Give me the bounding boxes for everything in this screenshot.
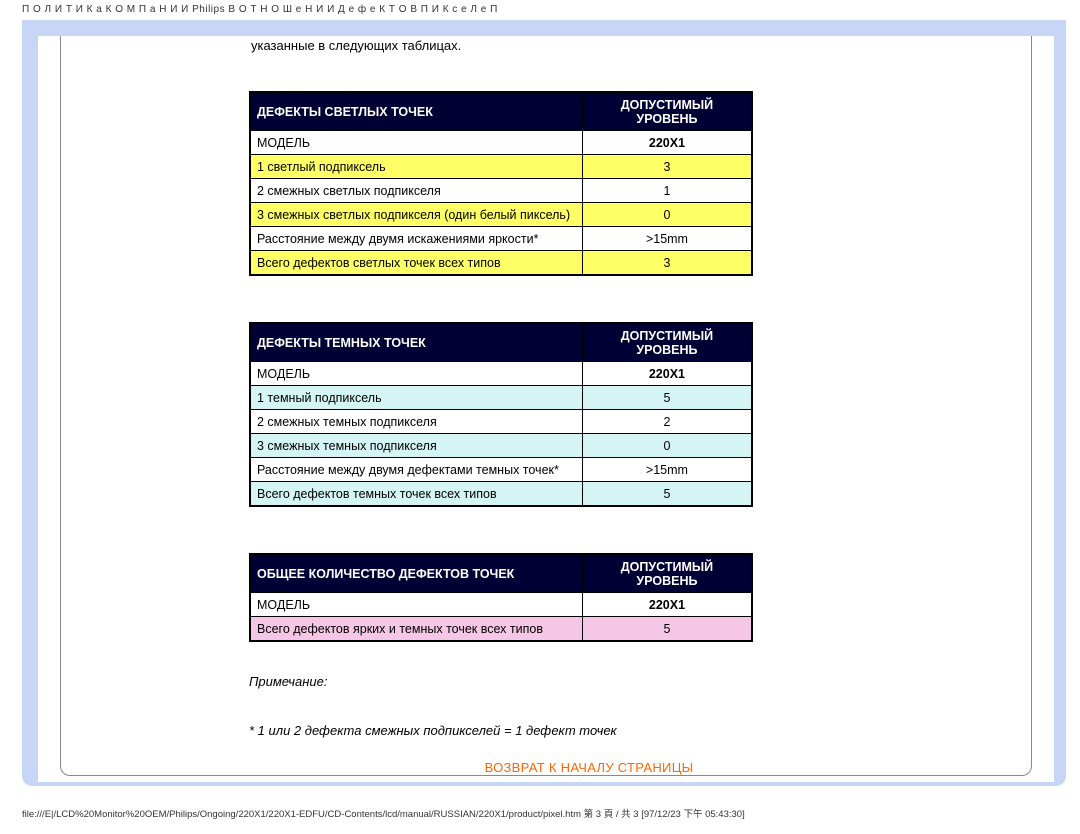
frame-inner: указанные в следующих таблицах. ДЕФЕКТЫ … xyxy=(60,36,1032,776)
cell-value: 1 xyxy=(582,179,752,203)
cell-value: 2 xyxy=(582,410,752,434)
total-header-right: ДОПУСТИМЫЙ УРОВЕНЬ xyxy=(582,554,752,593)
table-row: 1 темный подпиксель 5 xyxy=(250,386,752,410)
bright-header-right: ДОПУСТИМЫЙ УРОВЕНЬ xyxy=(582,92,752,131)
dark-defect-table: ДЕФЕКТЫ ТЕМНЫХ ТОЧЕК ДОПУСТИМЫЙ УРОВЕНЬ … xyxy=(249,322,753,507)
bright-header-left: ДЕФЕКТЫ СВЕТЛЫХ ТОЧЕК xyxy=(250,92,582,131)
table-row: Всего дефектов темных точек всех типов 5 xyxy=(250,482,752,507)
cell-label: Всего дефектов светлых точек всех типов xyxy=(250,251,582,276)
table-header-row: ДЕФЕКТЫ ТЕМНЫХ ТОЧЕК ДОПУСТИМЫЙ УРОВЕНЬ xyxy=(250,323,752,362)
cell-label: Расстояние между двумя дефектами темных … xyxy=(250,458,582,482)
cell-label: 2 смежных светлых подпикселя xyxy=(250,179,582,203)
table-row: Расстояние между двумя дефектами темных … xyxy=(250,458,752,482)
table-row: 3 смежных темных подпикселя 0 xyxy=(250,434,752,458)
cell-value: >15mm xyxy=(582,458,752,482)
total-header-left: ОБЩЕЕ КОЛИЧЕСТВО ДЕФЕКТОВ ТОЧЕК xyxy=(250,554,582,593)
cell-label: 2 смежных темных подпикселя xyxy=(250,410,582,434)
table-row: МОДЕЛЬ 220X1 xyxy=(250,593,752,617)
cell-value: 0 xyxy=(582,203,752,227)
note-label: Примечание: xyxy=(249,674,327,689)
table-row: МОДЕЛЬ 220X1 xyxy=(250,362,752,386)
cell-label: 3 смежных светлых подпикселя (один белый… xyxy=(250,203,582,227)
dark-header-left: ДЕФЕКТЫ ТЕМНЫХ ТОЧЕК xyxy=(250,323,582,362)
cell-value: 220X1 xyxy=(582,593,752,617)
cell-label: 3 смежных темных подпикселя xyxy=(250,434,582,458)
table-bright: ДЕФЕКТЫ СВЕТЛЫХ ТОЧЕК ДОПУСТИМЫЙ УРОВЕНЬ… xyxy=(249,91,929,276)
cell-label: Расстояние между двумя искажениями яркос… xyxy=(250,227,582,251)
cell-label: Всего дефектов ярких и темных точек всех… xyxy=(250,617,582,642)
cell-value: 3 xyxy=(582,155,752,179)
cell-value: 5 xyxy=(582,386,752,410)
cell-label: 1 светлый подпиксель xyxy=(250,155,582,179)
intro-text: указанные в следующих таблицах. xyxy=(249,38,929,57)
dark-header-right: ДОПУСТИМЫЙ УРОВЕНЬ xyxy=(582,323,752,362)
table-row: Всего дефектов светлых точек всех типов … xyxy=(250,251,752,276)
total-defect-table: ОБЩЕЕ КОЛИЧЕСТВО ДЕФЕКТОВ ТОЧЕК ДОПУСТИМ… xyxy=(249,553,753,642)
cell-label: 1 темный подпиксель xyxy=(250,386,582,410)
cell-value: >15mm xyxy=(582,227,752,251)
table-row: Расстояние между двумя искажениями яркос… xyxy=(250,227,752,251)
content-area: указанные в следующих таблицах. ДЕФЕКТЫ … xyxy=(249,36,929,775)
page-footer: file:///E|/LCD%20Monitor%20OEM/Philips/O… xyxy=(22,806,745,820)
cell-label: МОДЕЛЬ xyxy=(250,131,582,155)
note-text: * 1 или 2 дефекта смежных подпикселей = … xyxy=(249,723,617,738)
cell-label: МОДЕЛЬ xyxy=(250,593,582,617)
cell-value: 5 xyxy=(582,482,752,507)
frame-outer: указанные в следующих таблицах. ДЕФЕКТЫ … xyxy=(22,20,1066,786)
back-to-top: ВОЗВРАТ К НАЧАЛУ СТРАНИЦЫ xyxy=(249,760,929,775)
cell-value: 0 xyxy=(582,434,752,458)
cell-value: 220X1 xyxy=(582,362,752,386)
cell-label: Всего дефектов темных точек всех типов xyxy=(250,482,582,507)
table-row: 3 смежных светлых подпикселя (один белый… xyxy=(250,203,752,227)
table-total: ОБЩЕЕ КОЛИЧЕСТВО ДЕФЕКТОВ ТОЧЕК ДОПУСТИМ… xyxy=(249,553,929,642)
cell-value: 5 xyxy=(582,617,752,642)
table-row: 1 светлый подпиксель 3 xyxy=(250,155,752,179)
cell-label: МОДЕЛЬ xyxy=(250,362,582,386)
page-header: П О Л И Т И К а К О М П а Н И И Philips … xyxy=(0,0,1080,21)
table-row: 2 смежных темных подпикселя 2 xyxy=(250,410,752,434)
table-dark: ДЕФЕКТЫ ТЕМНЫХ ТОЧЕК ДОПУСТИМЫЙ УРОВЕНЬ … xyxy=(249,322,929,507)
table-header-row: ДЕФЕКТЫ СВЕТЛЫХ ТОЧЕК ДОПУСТИМЫЙ УРОВЕНЬ xyxy=(250,92,752,131)
footnote: Примечание: * 1 или 2 дефекта смежных по… xyxy=(249,670,929,744)
cell-value: 3 xyxy=(582,251,752,276)
bright-defect-table: ДЕФЕКТЫ СВЕТЛЫХ ТОЧЕК ДОПУСТИМЫЙ УРОВЕНЬ… xyxy=(249,91,753,276)
cell-value: 220X1 xyxy=(582,131,752,155)
table-row: Всего дефектов ярких и темных точек всех… xyxy=(250,617,752,642)
table-header-row: ОБЩЕЕ КОЛИЧЕСТВО ДЕФЕКТОВ ТОЧЕК ДОПУСТИМ… xyxy=(250,554,752,593)
table-row: 2 смежных светлых подпикселя 1 xyxy=(250,179,752,203)
table-row: МОДЕЛЬ 220X1 xyxy=(250,131,752,155)
back-to-top-link[interactable]: ВОЗВРАТ К НАЧАЛУ СТРАНИЦЫ xyxy=(485,760,694,775)
